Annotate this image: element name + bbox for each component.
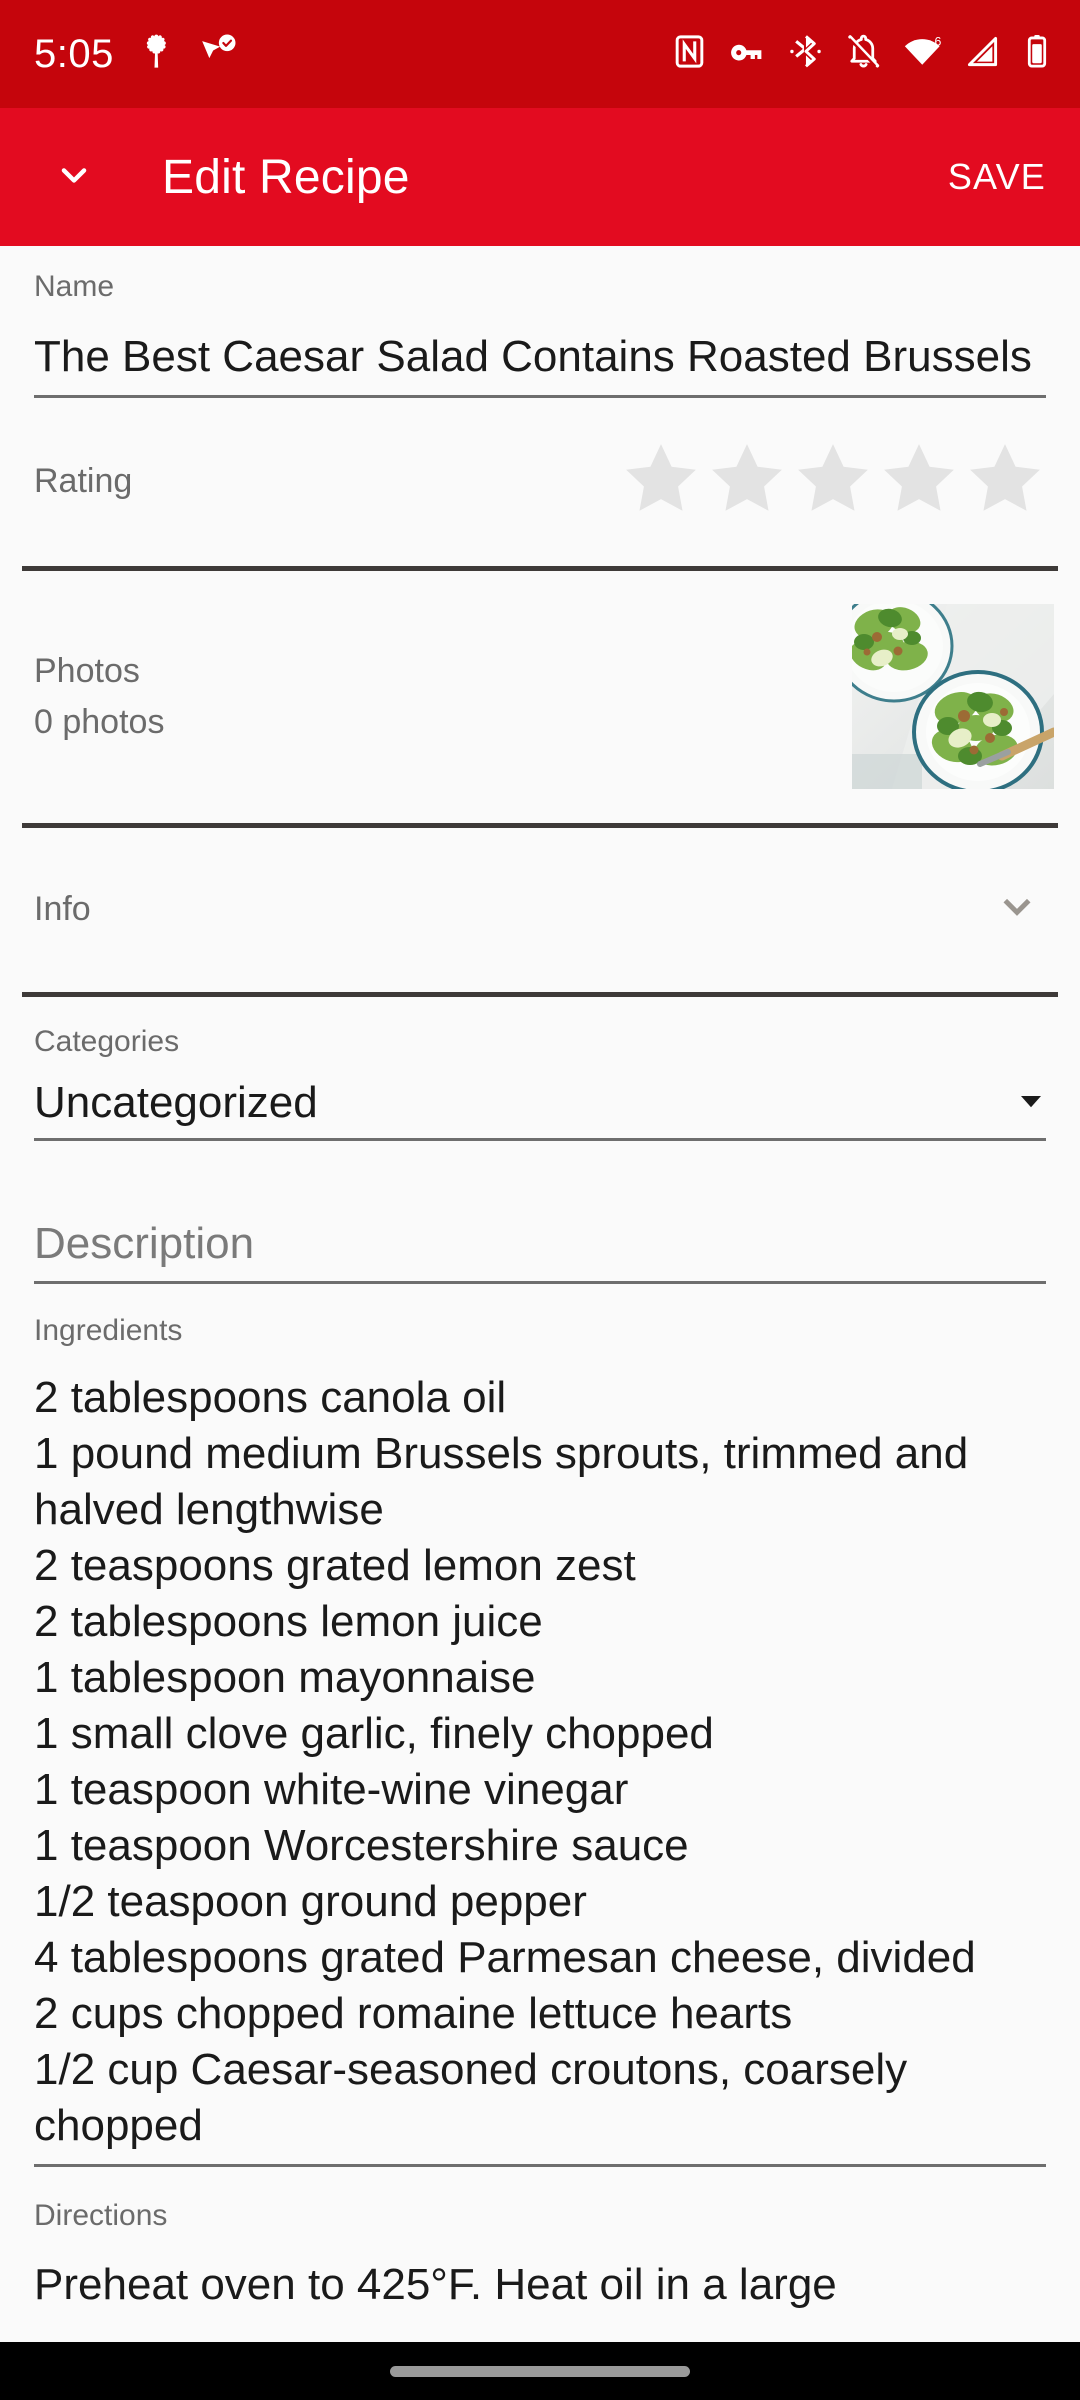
directions-label: Directions	[34, 2199, 168, 2233]
star-icon-4[interactable]	[878, 438, 960, 525]
photos-field-group[interactable]: Photos 0 photos	[0, 571, 1080, 823]
ingredient-line: 1/2 teaspoon ground pepper	[34, 1877, 587, 1927]
directions-input[interactable]: Preheat oven to 425°F. Heat oil in a lar…	[0, 2233, 1080, 2313]
ingredient-line: 1 pound medium Brussels sprouts, trimmed…	[34, 1429, 969, 1535]
photos-count: 0 photos	[34, 702, 165, 741]
ingredient-line: 1/2 cup Caesar-seasoned croutons, coarse…	[34, 2045, 908, 2151]
photos-texts: Photos 0 photos	[34, 652, 164, 742]
nfc-icon	[671, 33, 708, 75]
rating-stars[interactable]	[620, 438, 1046, 525]
dropdown-caret-icon[interactable]	[1016, 1086, 1046, 1121]
back-button[interactable]	[42, 145, 106, 209]
directions-field-group[interactable]: Directions Preheat oven to 425°F. Heat o…	[0, 2167, 1080, 2313]
save-button[interactable]: SAVE	[948, 156, 1046, 198]
categories-label: Categories	[34, 1024, 180, 1058]
ingredient-line: 1 tablespoon mayonnaise	[34, 1653, 536, 1703]
page-title: Edit Recipe	[162, 150, 410, 204]
ingredient-line: 2 cups chopped romaine lettuce hearts	[34, 1989, 793, 2039]
ingredient-line: 1 teaspoon Worcestershire sauce	[34, 1821, 689, 1871]
tree-icon	[136, 32, 176, 77]
categories-selected-value: Uncategorized	[34, 1078, 318, 1128]
recipe-edit-form: Name The Best Caesar Salad Contains Roas…	[0, 246, 1080, 2340]
notifications-off-icon	[845, 33, 882, 75]
ingredient-line: 1 small clove garlic, finely chopped	[34, 1709, 714, 1759]
ingredients-input[interactable]: 2 tablespoons canola oil 1 pound medium …	[0, 1348, 1080, 2164]
info-section-header[interactable]: Info	[0, 828, 1080, 992]
ingredients-label: Ingredients	[34, 1314, 183, 1348]
description-input[interactable]: Description	[0, 1219, 1080, 1281]
categories-field-group[interactable]: Categories Uncategorized	[0, 997, 1080, 1139]
photos-label: Photos	[34, 651, 140, 690]
description-field-group[interactable]: Description	[0, 1141, 1080, 1281]
battery-icon	[1022, 33, 1052, 75]
chevron-down-icon[interactable]	[994, 884, 1040, 935]
location-check-icon	[198, 32, 238, 77]
rating-field-group[interactable]: Rating	[0, 398, 1080, 566]
wifi-icon: 6	[903, 33, 943, 75]
bluetooth-icon	[787, 33, 824, 75]
star-icon-1[interactable]	[620, 438, 702, 525]
ingredient-line: 2 teaspoons grated lemon zest	[34, 1541, 636, 1591]
svg-text:6: 6	[935, 35, 942, 49]
phone-screen: 5:05 6 Edit Recipe SAVE Name The Best Ca…	[0, 0, 1080, 2400]
status-bar: 5:05 6	[0, 0, 1080, 108]
categories-dropdown[interactable]: Uncategorized	[0, 1060, 1080, 1138]
rating-label: Rating	[34, 462, 133, 501]
status-bar-right: 6	[671, 33, 1052, 75]
home-gesture-pill[interactable]	[390, 2365, 690, 2377]
name-input[interactable]: The Best Caesar Salad Contains Roasted B…	[34, 306, 1046, 395]
info-label: Info	[34, 890, 91, 929]
ingredients-field-group[interactable]: Ingredients 2 tablespoons canola oil 1 p…	[0, 1284, 1080, 2164]
photo-thumbnail[interactable]	[852, 604, 1054, 790]
ingredient-line: 4 tablespoons grated Parmesan cheese, di…	[34, 1933, 976, 1983]
cellular-signal-icon	[964, 33, 1001, 75]
status-bar-clock: 5:05	[34, 32, 114, 76]
chevron-down-icon	[52, 153, 96, 202]
name-label: Name	[34, 270, 115, 303]
star-icon-3[interactable]	[792, 438, 874, 525]
status-bar-left: 5:05	[34, 32, 238, 77]
name-field-group[interactable]: Name The Best Caesar Salad Contains Roas…	[0, 246, 1080, 395]
system-navigation-bar	[0, 2342, 1080, 2400]
star-icon-5[interactable]	[964, 438, 1046, 525]
app-bar: Edit Recipe SAVE	[0, 108, 1080, 246]
vpn-key-icon	[729, 33, 766, 75]
star-icon-2[interactable]	[706, 438, 788, 525]
ingredient-line: 2 tablespoons lemon juice	[34, 1597, 543, 1647]
ingredient-line: 2 tablespoons canola oil	[34, 1373, 507, 1423]
ingredient-line: 1 teaspoon white-wine vinegar	[34, 1765, 629, 1815]
